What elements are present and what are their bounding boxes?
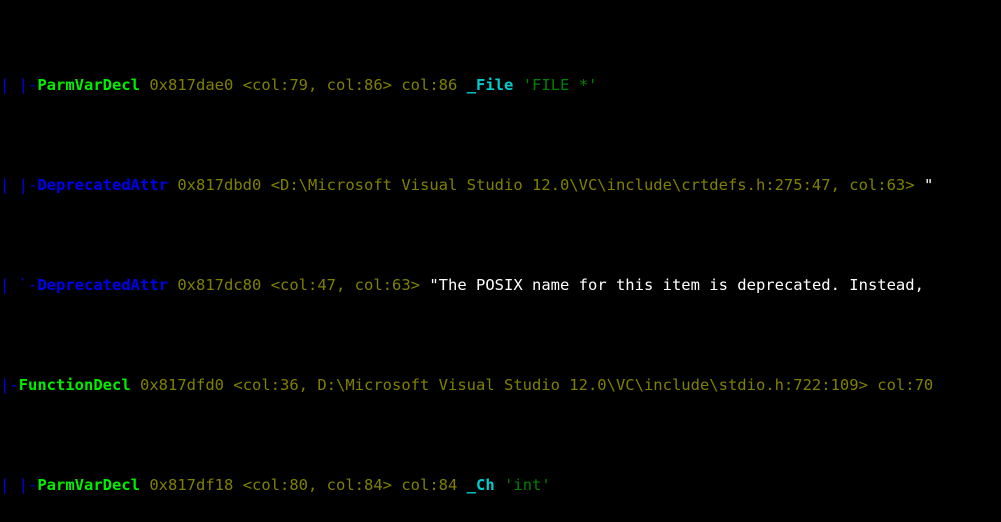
decl-name: _File (466, 76, 514, 94)
node-address: 0x817dae0 (149, 76, 234, 94)
decl-name: _Ch (466, 476, 495, 494)
node-kind: FunctionDecl (18, 376, 131, 394)
tree-branch: - (28, 176, 38, 194)
source-range: <D:\Microsoft Visual Studio 12.0\VC\incl… (270, 176, 915, 194)
source-range: <col:47, col:63> (270, 276, 420, 294)
ast-line: | |-ParmVarDecl 0x817dae0 <col:79, col:8… (0, 75, 1001, 95)
tree-branch: - (28, 76, 38, 94)
ast-line: | |-ParmVarDecl 0x817df18 <col:80, col:8… (0, 475, 1001, 495)
tree-prefix: | | (0, 476, 28, 494)
source-range: <col:36, D:\Microsoft Visual Studio 12.0… (233, 376, 868, 394)
attr-message: "The POSIX name for this item is depreca… (429, 276, 924, 294)
tree-prefix: | (0, 376, 10, 394)
node-kind: DeprecatedAttr (37, 276, 168, 294)
attr-message: " (923, 176, 934, 194)
node-address: 0x817dc80 (177, 276, 262, 294)
tree-branch: - (28, 476, 38, 494)
tree-branch: - (28, 276, 38, 294)
terminal-window[interactable]: | |-ParmVarDecl 0x817dae0 <col:79, col:8… (0, 0, 1001, 522)
node-address: 0x817dfd0 (140, 376, 225, 394)
tree-prefix: | ` (0, 276, 28, 294)
source-loc: col:86 (401, 76, 458, 94)
node-address: 0x817df18 (149, 476, 234, 494)
ast-dump-output: | |-ParmVarDecl 0x817dae0 <col:79, col:8… (0, 0, 1001, 522)
node-address: 0x817dbd0 (177, 176, 262, 194)
source-range: <col:79, col:86> (242, 76, 392, 94)
source-loc: col:70 (877, 376, 934, 394)
node-type: 'FILE *' (522, 76, 598, 94)
node-type: 'int' (504, 476, 551, 494)
tree-prefix: | | (0, 176, 28, 194)
ast-line: | `-DeprecatedAttr 0x817dc80 <col:47, co… (0, 275, 1001, 295)
ast-line: |-FunctionDecl 0x817dfd0 <col:36, D:\Mic… (0, 375, 1001, 395)
node-kind: ParmVarDecl (37, 476, 140, 494)
node-kind: DeprecatedAttr (37, 176, 168, 194)
ast-line: | |-DeprecatedAttr 0x817dbd0 <D:\Microso… (0, 175, 1001, 195)
tree-prefix: | | (0, 76, 28, 94)
tree-branch: - (9, 376, 19, 394)
source-range: <col:80, col:84> (242, 476, 392, 494)
source-loc: col:84 (401, 476, 458, 494)
node-kind: ParmVarDecl (37, 76, 140, 94)
